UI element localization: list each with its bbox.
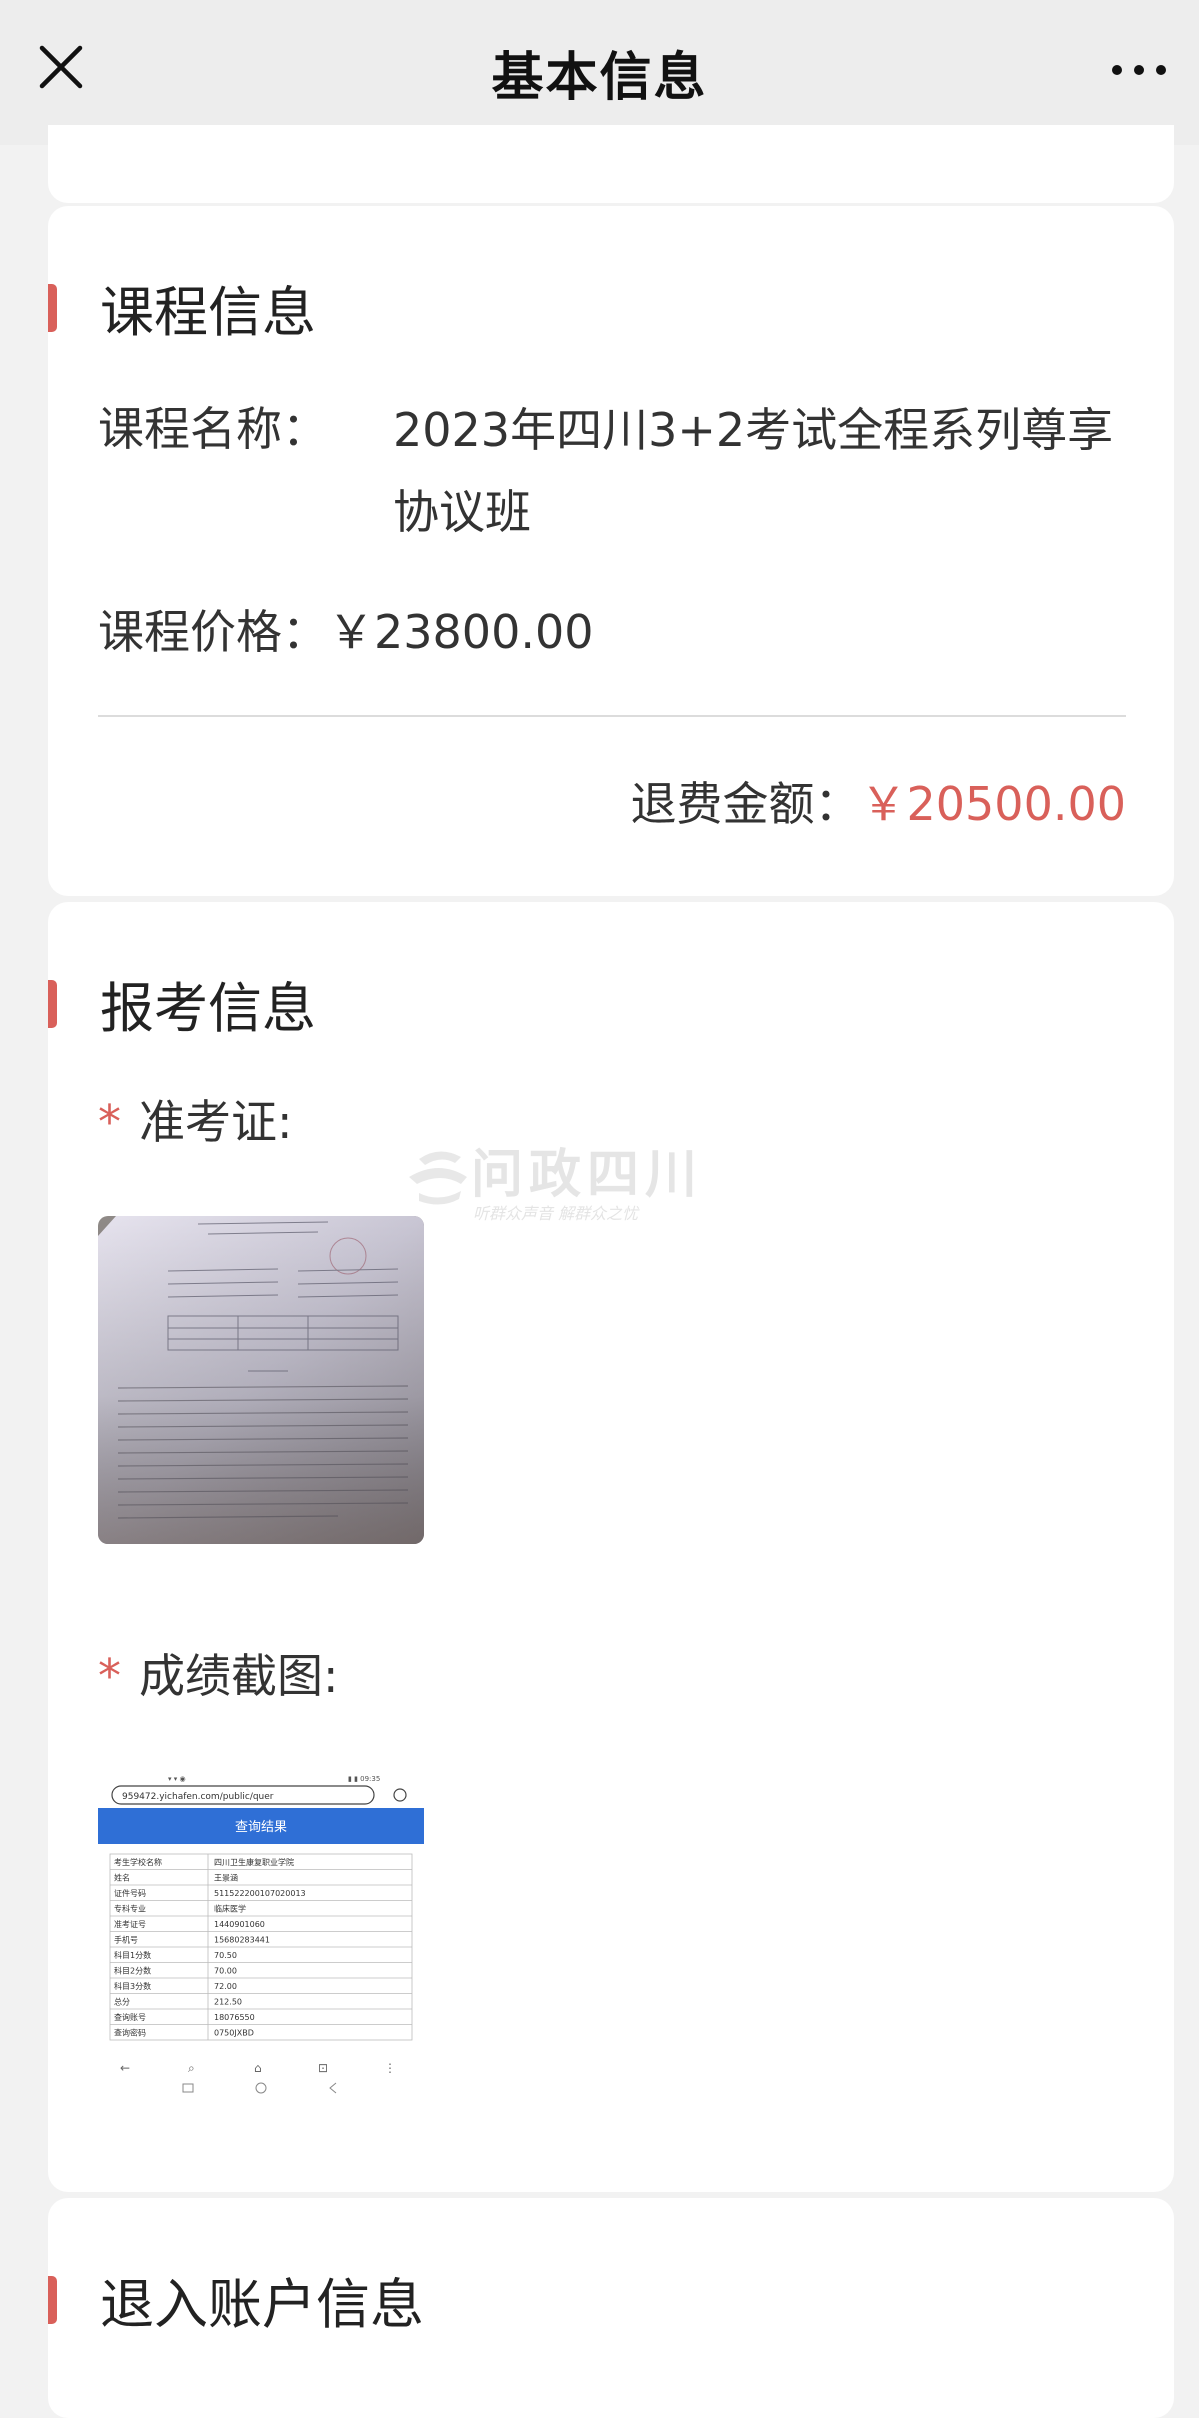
exam-info-card: 报考信息 * 准考证: * 成绩截图: ▾ ▾ ◉ ▮ ▮ 09:35 9594… [48, 902, 1174, 2192]
exam-section-header: 报考信息 [48, 964, 316, 1043]
score-table-value: 0750JXBD [214, 2029, 254, 2038]
score-screenshot-label-row: * 成绩截图: [98, 1636, 339, 1716]
divider [98, 715, 1126, 717]
admission-ticket-image[interactable] [98, 1216, 424, 1544]
svg-text:▾ ▾ ◉: ▾ ▾ ◉ [168, 1775, 186, 1783]
svg-text:▮ ▮ 09:35: ▮ ▮ 09:35 [348, 1775, 380, 1783]
score-table-key: 科目1分数 [114, 1950, 151, 1960]
section-accent-bar [48, 283, 57, 332]
refund-value: ￥20500.00 [860, 777, 1127, 831]
admission-ticket-label-row: * 准考证: [98, 1082, 293, 1162]
score-table-key: 科目2分数 [114, 1966, 151, 1976]
course-price-row: 课程价格：￥23800.00 [98, 592, 594, 672]
section-accent-bar [48, 2275, 57, 2324]
course-name-value: 2023年四川3+2考试全程系列尊享 协议班 [393, 403, 1114, 539]
score-screenshot-image[interactable]: ▾ ▾ ◉ ▮ ▮ 09:35 959472.yichafen.com/publ… [98, 1772, 424, 2100]
score-table-key: 姓名 [114, 1873, 130, 1883]
refund-label: 退费金额： [630, 777, 861, 831]
admission-ticket-label: 准考证: [139, 1095, 293, 1149]
svg-text:←: ← [120, 2061, 130, 2075]
score-table-value: 18076550 [214, 2013, 255, 2022]
score-table-value: 70.50 [214, 1951, 237, 1960]
account-info-card: 退入账户信息 [48, 2198, 1174, 2418]
score-table-value: 四川卫生康复职业学院 [214, 1857, 294, 1867]
section-title: 退入账户信息 [100, 2273, 424, 2336]
course-price-label: 课程价格： [98, 605, 328, 659]
score-screenshot-label: 成绩截图: [139, 1649, 339, 1703]
required-mark: * [98, 1095, 121, 1149]
svg-text:⊡: ⊡ [318, 2061, 328, 2075]
more-icon[interactable] [1109, 55, 1169, 85]
result-header: 查询结果 [235, 1820, 287, 1835]
svg-text:⌂: ⌂ [254, 2061, 262, 2075]
score-table-value: 212.50 [214, 1998, 242, 2007]
score-table-value: 王景涵 [214, 1874, 238, 1883]
score-table-value: 511522200107020013 [214, 1889, 306, 1898]
account-section-header: 退入账户信息 [48, 2260, 424, 2339]
score-table-value: 72.00 [214, 1982, 237, 1991]
score-table-key: 证件号码 [114, 1888, 146, 1898]
score-table-key: 准考证号 [114, 1919, 146, 1929]
score-table-value: 70.00 [214, 1967, 237, 1976]
score-table-key: 手机号 [114, 1935, 138, 1945]
course-info-card: 课程信息 课程名称： 2023年四川3+2考试全程系列尊享 协议班 课程价格：￥… [48, 206, 1174, 896]
score-table-key: 考生学校名称 [114, 1857, 162, 1867]
nav-bar: 基本信息 [0, 0, 1199, 145]
page-title: 基本信息 [491, 48, 708, 108]
score-table-value: 15680283441 [214, 1936, 270, 1945]
score-table-key: 总分 [114, 1997, 130, 2007]
browser-url: 959472.yichafen.com/public/quer [122, 1792, 274, 1802]
refund-amount-row: 退费金额：￥20500.00 [631, 768, 1127, 834]
svg-text:⌕: ⌕ [188, 2061, 195, 2075]
watermark-subtext: 听群众声音 解群众之忧 [473, 1204, 640, 1223]
score-table-key: 查询密码 [114, 2028, 146, 2038]
section-title: 报考信息 [100, 977, 316, 1040]
course-price-value: ￥23800.00 [328, 605, 594, 659]
watermark: 问政四川 听群众声音 解群众之忧 [405, 1137, 795, 1231]
svg-text:⋮: ⋮ [384, 2061, 396, 2075]
section-accent-bar [48, 979, 57, 1028]
section-title: 课程信息 [100, 281, 316, 344]
previous-card [48, 125, 1174, 203]
course-name-row: 课程名称： 2023年四川3+2考试全程系列尊享 协议班 [98, 389, 1174, 559]
score-table-key: 专科专业 [114, 1904, 146, 1914]
close-icon[interactable] [36, 42, 86, 92]
score-table-value: 1440901060 [214, 1920, 265, 1929]
course-section-header: 课程信息 [48, 268, 316, 347]
watermark-text: 问政四川 [471, 1145, 703, 1205]
score-table-key: 查询账号 [114, 2012, 146, 2022]
score-table-key: 科目3分数 [114, 1981, 151, 1991]
score-table-value: 临床医学 [214, 1904, 246, 1914]
required-mark: * [98, 1649, 121, 1703]
course-name-label: 课程名称： [98, 402, 328, 456]
